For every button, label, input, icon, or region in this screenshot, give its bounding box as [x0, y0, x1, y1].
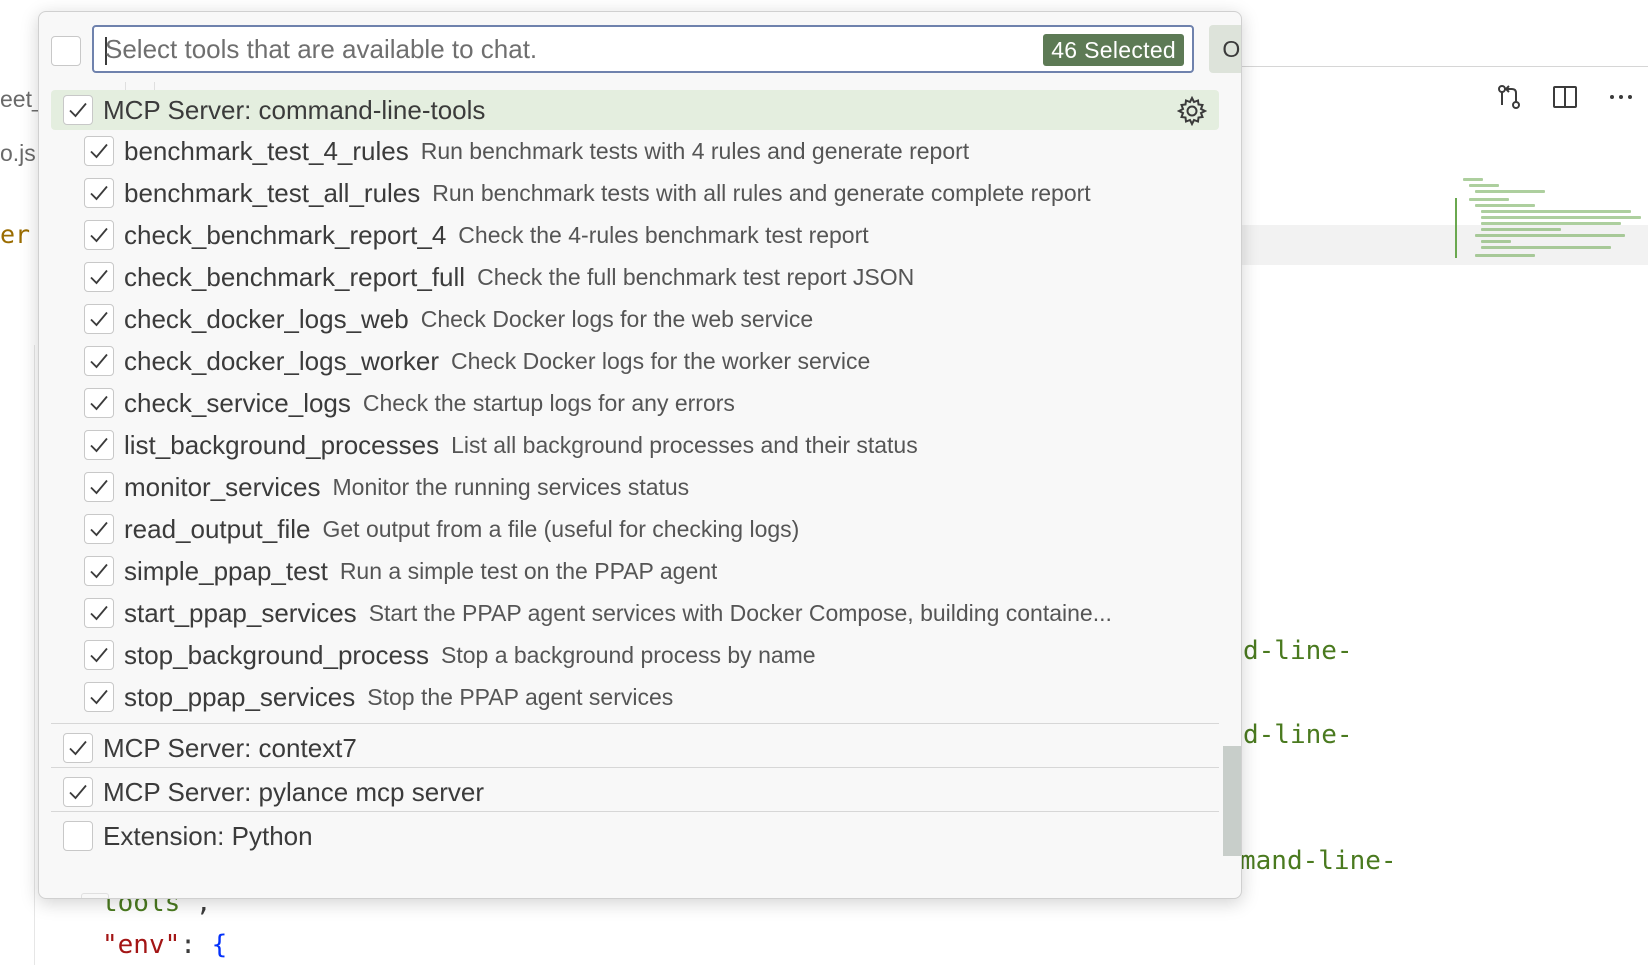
split-editor-icon[interactable]	[1550, 82, 1580, 112]
tool-description: Check the full benchmark test report JSO…	[477, 263, 915, 290]
tool-checkbox[interactable]	[84, 346, 114, 376]
editor-tab-partial[interactable]: o.js	[0, 140, 36, 167]
group-separator	[51, 811, 1219, 812]
tool-row[interactable]: benchmark_test_4_rules Run benchmark tes…	[51, 130, 1219, 172]
group-row-command-line-tools[interactable]: MCP Server: command-line-tools	[51, 90, 1219, 130]
indent-guide	[34, 345, 35, 965]
tool-name: simple_ppap_test	[124, 555, 328, 586]
tool-row[interactable]: check_docker_logs_worker Check Docker lo…	[51, 340, 1219, 382]
select-all-checkbox[interactable]	[51, 36, 81, 66]
tool-row[interactable]: stop_background_process Stop a backgroun…	[51, 634, 1219, 676]
search-input[interactable]	[105, 27, 985, 71]
tool-description: Check Docker logs for the worker service	[451, 347, 871, 374]
tool-checkbox[interactable]	[84, 178, 114, 208]
minimap[interactable]	[1455, 178, 1645, 278]
tool-name: stop_background_process	[124, 639, 429, 670]
tool-row[interactable]: simple_ppap_test Run a simple test on th…	[51, 550, 1219, 592]
tool-picker-dialog: 46 Selected OK MCP Server: command-line-…	[38, 11, 1242, 899]
tool-name: benchmark_test_4_rules	[124, 135, 409, 166]
tool-list: MCP Server: command-line-tools benchmark…	[39, 82, 1241, 898]
tool-checkbox[interactable]	[84, 472, 114, 502]
tool-name: read_output_file	[124, 513, 311, 544]
tool-row[interactable]: read_output_file Get output from a file …	[51, 508, 1219, 550]
tool-row[interactable]: list_background_processes List all backg…	[51, 424, 1219, 466]
group-checkbox[interactable]	[63, 95, 93, 125]
group-separator	[51, 723, 1219, 724]
tool-description: Run a simple test on the PPAP agent	[339, 557, 718, 584]
code-colon: :	[180, 930, 212, 960]
tool-description: Monitor the running services status	[332, 473, 690, 500]
group-label: MCP Server: context7	[103, 732, 357, 763]
gear-icon[interactable]	[1177, 96, 1207, 126]
tool-checkbox[interactable]	[84, 598, 114, 628]
tool-checkbox[interactable]	[84, 388, 114, 418]
tool-name: check_benchmark_report_4	[124, 219, 447, 250]
more-actions-icon[interactable]	[1606, 82, 1636, 112]
tool-checkbox[interactable]	[84, 682, 114, 712]
code-fragment-left: er	[0, 220, 31, 249]
group-label: Extension: Python	[103, 820, 313, 851]
tool-description: Get output from a file (useful for check…	[322, 515, 800, 542]
tool-checkbox[interactable]	[84, 262, 114, 292]
editor-toolbar	[1494, 82, 1648, 112]
tool-name: list_background_processes	[124, 429, 440, 460]
tool-row[interactable]: benchmark_test_all_rules Run benchmark t…	[51, 172, 1219, 214]
tool-row[interactable]: check_benchmark_report_full Check the fu…	[51, 256, 1219, 298]
code-fragment: d-line-	[1243, 720, 1353, 750]
tool-row[interactable]: check_service_logs Check the startup log…	[51, 382, 1219, 424]
tool-checkbox[interactable]	[84, 136, 114, 166]
search-box[interactable]: 46 Selected	[92, 25, 1194, 73]
group-checkbox[interactable]	[63, 777, 93, 807]
scrollbar-thumb[interactable]	[1223, 746, 1241, 856]
group-separator	[51, 767, 1219, 768]
tool-description: List all background processes and their …	[451, 431, 918, 458]
tool-description: Run benchmark tests with all rules and g…	[432, 179, 1091, 206]
tool-description: Run benchmark tests with 4 rules and gen…	[420, 137, 970, 164]
tool-row[interactable]: check_docker_logs_web Check Docker logs …	[51, 298, 1219, 340]
group-row-pylance[interactable]: MCP Server: pylance mcp server	[51, 772, 1219, 812]
tool-row[interactable]: monitor_services Monitor the running ser…	[51, 466, 1219, 508]
tool-description: Start the PPAP agent services with Docke…	[368, 599, 1112, 626]
tool-name: check_docker_logs_web	[124, 303, 409, 334]
tool-name: check_benchmark_report_full	[124, 261, 466, 292]
tool-description: Stop the PPAP agent services	[367, 683, 674, 710]
group-row-context7[interactable]: MCP Server: context7	[51, 728, 1219, 768]
group-checkbox[interactable]	[63, 821, 93, 851]
tool-picker-header: 46 Selected OK	[39, 12, 1241, 86]
tool-checkbox[interactable]	[84, 514, 114, 544]
ok-button[interactable]: OK	[1209, 25, 1241, 73]
code-fragment: d-line-	[1243, 636, 1353, 666]
tool-checkbox[interactable]	[84, 220, 114, 250]
tool-checkbox[interactable]	[84, 430, 114, 460]
tool-row[interactable]: start_ppap_services Start the PPAP agent…	[51, 592, 1219, 634]
tool-description: Stop a background process by name	[440, 641, 816, 668]
code-fragment: mand-line-	[1240, 846, 1397, 876]
tool-name: check_docker_logs_worker	[124, 345, 440, 376]
tool-checkbox[interactable]	[84, 556, 114, 586]
group-label: MCP Server: pylance mcp server	[103, 776, 484, 807]
tabbar-border	[1238, 66, 1648, 67]
tool-name: start_ppap_services	[124, 597, 357, 628]
tool-name: monitor_services	[124, 471, 321, 502]
source-control-compare-icon[interactable]	[1494, 82, 1524, 112]
code-line-env: "env": {	[102, 930, 227, 960]
tool-name: benchmark_test_all_rules	[124, 177, 421, 208]
group-checkbox[interactable]	[63, 733, 93, 763]
tool-row[interactable]: check_benchmark_report_4 Check the 4-rul…	[51, 214, 1219, 256]
code-brace: {	[211, 930, 228, 960]
code-key: "env"	[102, 930, 181, 960]
group-row-extension-python[interactable]: Extension: Python	[51, 816, 1219, 856]
tool-name: stop_ppap_services	[124, 681, 356, 712]
tool-checkbox[interactable]	[84, 304, 114, 334]
tool-description: Check the startup logs for any errors	[362, 389, 735, 416]
scrolled-checkbox-edge	[81, 893, 109, 898]
group-label: MCP Server: command-line-tools	[103, 94, 486, 125]
tool-name: check_service_logs	[124, 387, 351, 418]
tool-description: Check the 4-rules benchmark test report	[458, 221, 869, 248]
tool-row[interactable]: stop_ppap_services Stop the PPAP agent s…	[51, 676, 1219, 718]
tool-description: Check Docker logs for the web service	[420, 305, 814, 332]
selected-count-badge: 46 Selected	[1043, 34, 1184, 66]
tool-checkbox[interactable]	[84, 640, 114, 670]
